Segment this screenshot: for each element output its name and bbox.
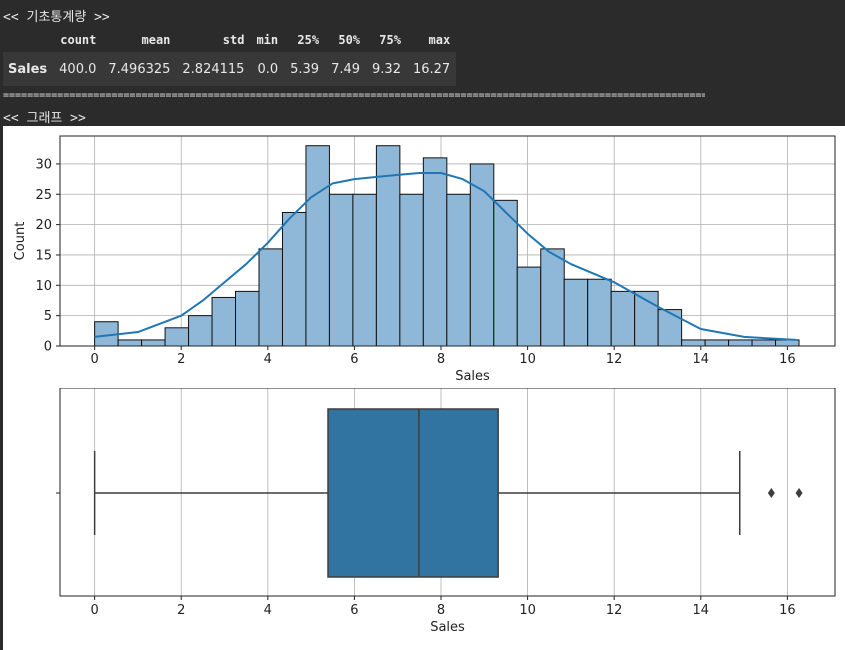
histogram-bar: [399, 193, 424, 347]
stats-row-label: Sales: [3, 52, 54, 86]
stats-cell: 2.824115: [176, 52, 251, 86]
stats-cell: 16.27: [406, 52, 457, 86]
separator-line: ========================================…: [3, 90, 705, 101]
histogram-bar: [281, 211, 307, 347]
stats-col-header: 25%: [297, 33, 320, 47]
histogram-bar: [446, 193, 471, 347]
x-axis-label: Sales: [430, 620, 465, 635]
histogram-bar: [235, 290, 260, 347]
stats-cell: 7.496325: [102, 52, 177, 86]
histogram-bar: [141, 339, 166, 347]
x-tick-label: 10: [519, 603, 536, 618]
y-axis-label: Count: [13, 222, 28, 261]
histogram-bar: [540, 248, 565, 347]
histogram-chart: 0 2 4 6 8 10 12 14 16 0 5 10 15 20 25 30 Sales Count: [13, 135, 836, 384]
y-tick-label: 15: [35, 248, 52, 263]
histogram-bar: [563, 278, 589, 347]
histogram-bar: [751, 339, 777, 347]
histogram-bar: [188, 315, 213, 347]
histogram-bar: [117, 339, 143, 347]
histogram-bar: [258, 248, 283, 347]
stats-table: count mean std min 25% 50% 75% max Sales 400.0 7…: [3, 28, 457, 86]
x-tick-label: 14: [693, 603, 710, 618]
stats-cell: 0.0: [250, 52, 285, 86]
stats-col-header: 75%: [379, 33, 401, 47]
histogram-bar: [352, 193, 377, 347]
stats-header: << 기초통계량 >>: [3, 10, 110, 25]
y-tick-label: 25: [35, 188, 52, 203]
y-tick-label: 30: [35, 157, 52, 172]
y-tick-label: 5: [44, 309, 52, 324]
stats-col-header: max: [428, 33, 451, 47]
x-tick-label: 16: [779, 352, 796, 367]
stats-cell: 9.32: [366, 52, 407, 86]
x-tick-label: 2: [177, 352, 185, 367]
x-tick-label: 0: [90, 352, 98, 367]
outlier-marker: [767, 488, 775, 498]
stats-col-header: std: [222, 33, 245, 47]
x-tick-label: 6: [350, 603, 358, 618]
x-axis-label: Sales: [455, 369, 490, 384]
x-tick-label: 10: [519, 352, 536, 367]
x-tick-label: 16: [779, 603, 796, 618]
x-tick-label: 4: [264, 352, 272, 367]
box: [327, 408, 499, 578]
histogram-bar: [728, 339, 753, 347]
histogram-bar: [516, 266, 542, 347]
y-tick-label: 20: [35, 218, 52, 233]
histogram-bar: [610, 290, 636, 347]
x-tick-label: 4: [264, 603, 272, 618]
boxplot-chart: 0 2 4 6 8 10 12 14 16 Sales: [56, 388, 836, 635]
x-tick-label: 8: [437, 352, 445, 367]
outlier-marker: [795, 488, 803, 498]
stats-cell: 400.0: [53, 52, 103, 86]
stats-data-row: Sales 400.0 7.496325 2.824115 0.0 5.39 7.49 9.…: [3, 52, 457, 86]
stats-col-header: 50%: [338, 33, 361, 47]
histogram-bar: [657, 309, 683, 347]
x-tick-label: 12: [606, 352, 623, 367]
histogram-bar: [211, 296, 237, 347]
histogram-bar: [587, 278, 612, 347]
x-tick-label: 12: [606, 603, 623, 618]
x-tick-label: 14: [693, 352, 710, 367]
stats-col-header: mean: [141, 33, 171, 47]
stats-col-header: min: [256, 33, 279, 47]
y-tick-label: 10: [35, 279, 52, 294]
y-tick-label: 0: [44, 340, 52, 355]
stats-cell: 7.49: [325, 52, 367, 86]
histogram-bar: [328, 193, 354, 347]
x-tick-label: 8: [437, 603, 445, 618]
stats-cell: 5.39: [284, 52, 326, 86]
histogram-bar: [469, 163, 495, 347]
stats-col-header: count: [60, 33, 97, 47]
histogram-bar: [164, 327, 190, 347]
histogram-bar: [704, 339, 730, 347]
histogram-bar: [422, 157, 448, 347]
stats-corner: [3, 28, 53, 52]
x-tick-label: 0: [90, 603, 98, 618]
histogram-bar: [493, 199, 518, 347]
histogram-bar: [305, 145, 330, 347]
x-tick-label: 6: [350, 352, 358, 367]
graph-header: << 그래프 >>: [3, 111, 86, 126]
plot-area: 0 2 4 6 8 10 12 14 16 0 5 10 15 20 25 30 Sales Count 0 2 4 6…: [0, 126, 845, 650]
x-tick-label: 2: [177, 603, 185, 618]
histogram-bar: [681, 339, 706, 347]
stats-header-row: count mean std min 25% 50% 75% max: [3, 28, 456, 52]
